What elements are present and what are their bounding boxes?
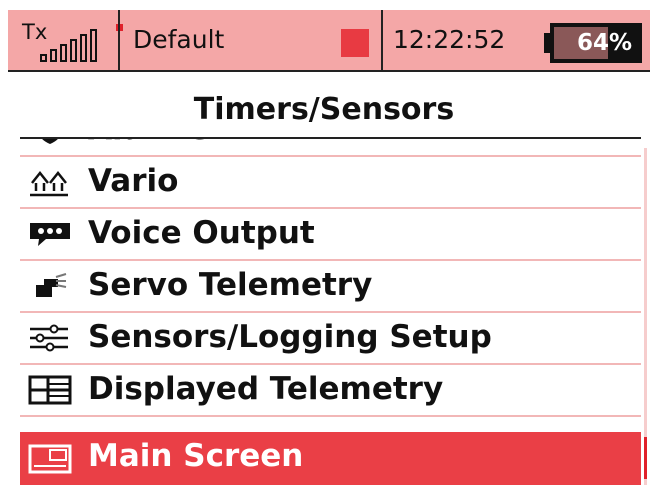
model-profile-name[interactable]: Default (133, 25, 224, 54)
menu-item-label: Sensors/Logging Setup (88, 319, 492, 355)
vario-arrows-icon (30, 170, 68, 197)
menu-item-sensors-logging-setup[interactable]: Sensors/Logging Setup (20, 313, 641, 365)
servo-icon (36, 273, 67, 297)
alarm-shield-icon (42, 139, 58, 144)
battery-icon: 64% (544, 23, 642, 63)
speech-bubble-icon (30, 223, 70, 246)
status-separator (381, 10, 383, 70)
page-title: Timers/Sensors (193, 92, 455, 127)
transmitter-screen: Tx Default 12:22:52 64% Timers/Sensors V… (0, 0, 650, 485)
menu-list: Alarms Vario Voice Output (20, 139, 641, 485)
menu-item-servo-telemetry[interactable]: Servo Telemetry (20, 261, 641, 313)
menu-item-displayed-telemetry[interactable]: Displayed Telemetry (20, 365, 641, 417)
battery-percent: 64% (576, 30, 632, 56)
clock: 12:22:52 (393, 25, 506, 54)
menu-item-voice-output[interactable]: Voice Output (20, 209, 641, 261)
status-separator (118, 10, 120, 70)
main-screen-icon (28, 444, 72, 474)
menu-item-label: Displayed Telemetry (88, 371, 444, 407)
signal-strength-icon (40, 24, 123, 62)
menu-item-vario[interactable]: Vario (20, 157, 641, 209)
menu-item-label: Alarms (88, 139, 210, 147)
menu-item-label: Voice Output (88, 215, 315, 251)
menu-item-label: Main Screen (88, 438, 304, 474)
menu-item-label: Servo Telemetry (88, 267, 373, 303)
telemetry-grid-icon (28, 375, 72, 405)
scrollbar-thumb[interactable] (644, 437, 647, 479)
status-bar: Tx Default 12:22:52 64% (8, 10, 650, 72)
record-indicator (341, 29, 369, 57)
menu-item-alarms[interactable]: Alarms (20, 139, 641, 157)
sliders-icon (30, 324, 68, 352)
menu-item-label: Vario (88, 163, 179, 199)
scrollbar-track[interactable] (644, 148, 647, 485)
menu-item-main-screen[interactable]: Main Screen (20, 432, 641, 485)
